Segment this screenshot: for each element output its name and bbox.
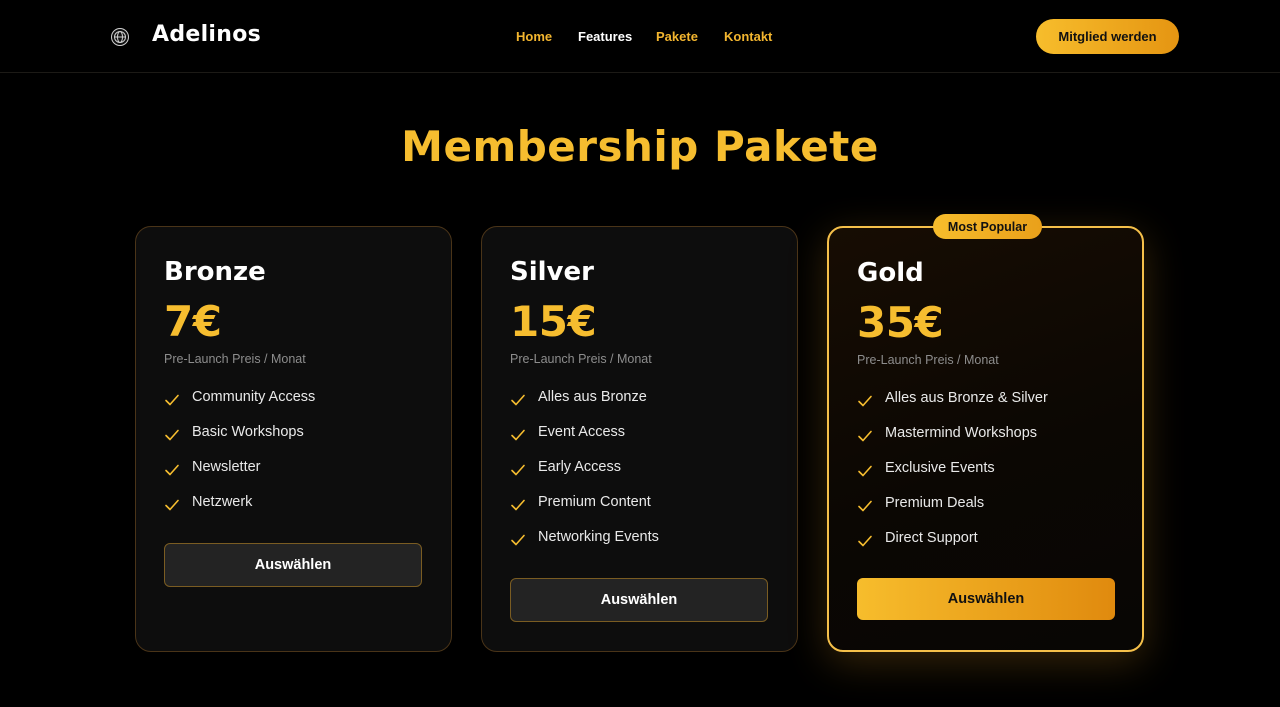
check-icon [858, 395, 872, 407]
feature-label: Premium Content [538, 494, 651, 510]
feature-label: Community Access [192, 389, 316, 405]
feature-item: Exclusive Events [857, 460, 1048, 495]
plan-name: Bronze [164, 257, 266, 287]
nav-link-kontakt[interactable]: Kontakt [724, 29, 772, 44]
feature-item: Basic Workshops [164, 424, 315, 459]
feature-item: Direct Support [857, 530, 1048, 565]
feature-item: Mastermind Workshops [857, 425, 1048, 460]
check-icon [858, 535, 872, 547]
price-note: Pre-Launch Preis / Monat [510, 352, 652, 366]
select-bronze-button[interactable]: Auswählen [164, 543, 422, 587]
feature-item: Early Access [510, 459, 659, 494]
nav-link-home[interactable]: Home [516, 29, 552, 44]
plan-price: 7€ [164, 297, 222, 346]
check-icon [165, 394, 179, 406]
plan-card-bronze: Bronze 7€ Pre-Launch Preis / Monat Commu… [135, 226, 452, 652]
feature-label: Alles aus Bronze & Silver [885, 390, 1048, 406]
top-navbar: Adelinos Home Features Pakete Kontakt Mi… [0, 0, 1280, 73]
check-icon [165, 464, 179, 476]
nav-link-features[interactable]: Features [578, 29, 632, 44]
plan-name: Silver [510, 257, 594, 287]
feature-item: Premium Content [510, 494, 659, 529]
check-icon [511, 534, 525, 546]
feature-item: Newsletter [164, 459, 315, 494]
check-icon [511, 499, 525, 511]
check-icon [858, 465, 872, 477]
feature-label: Event Access [538, 424, 626, 440]
feature-label: Premium Deals [885, 495, 985, 511]
page-title: Membership Pakete [401, 122, 879, 171]
plan-name: Gold [857, 258, 924, 288]
select-silver-button[interactable]: Auswählen [510, 578, 768, 622]
check-icon [511, 429, 525, 441]
price-note: Pre-Launch Preis / Monat [857, 353, 999, 367]
plan-price: 15€ [510, 297, 597, 346]
nav-link-pakete[interactable]: Pakete [656, 29, 698, 44]
feature-label: Early Access [538, 459, 621, 475]
plan-card-silver: Silver 15€ Pre-Launch Preis / Monat Alle… [481, 226, 798, 652]
check-icon [511, 464, 525, 476]
check-icon [858, 430, 872, 442]
plan-price: 35€ [857, 298, 944, 347]
price-note: Pre-Launch Preis / Monat [164, 352, 306, 366]
feature-label: Exclusive Events [885, 460, 995, 476]
most-popular-badge: Most Popular [933, 214, 1042, 239]
check-icon [165, 499, 179, 511]
plan-card-gold: Most Popular Gold 35€ Pre-Launch Preis /… [827, 214, 1144, 652]
check-icon [511, 394, 525, 406]
feature-label: Netzwerk [192, 494, 253, 510]
brand-name[interactable]: Adelinos [152, 22, 261, 47]
select-gold-button[interactable]: Auswählen [857, 578, 1115, 620]
feature-list: Alles aus Bronze Event Access Early Acce… [510, 389, 659, 564]
feature-item: Community Access [164, 389, 315, 424]
feature-label: Alles aus Bronze [538, 389, 647, 405]
feature-item: Event Access [510, 424, 659, 459]
feature-item: Premium Deals [857, 495, 1048, 530]
feature-item: Alles aus Bronze & Silver [857, 390, 1048, 425]
check-icon [165, 429, 179, 441]
feature-label: Basic Workshops [192, 424, 304, 440]
feature-item: Networking Events [510, 529, 659, 564]
feature-label: Networking Events [538, 529, 659, 545]
feature-label: Newsletter [192, 459, 261, 475]
feature-label: Mastermind Workshops [885, 425, 1038, 441]
feature-item: Alles aus Bronze [510, 389, 659, 424]
logo-globe-icon[interactable] [111, 28, 129, 46]
check-icon [858, 500, 872, 512]
feature-list: Community Access Basic Workshops Newslet… [164, 389, 315, 529]
feature-item: Netzwerk [164, 494, 315, 529]
feature-label: Direct Support [885, 530, 978, 546]
feature-list: Alles aus Bronze & Silver Mastermind Wor… [857, 390, 1048, 565]
become-member-button[interactable]: Mitglied werden [1036, 19, 1179, 54]
